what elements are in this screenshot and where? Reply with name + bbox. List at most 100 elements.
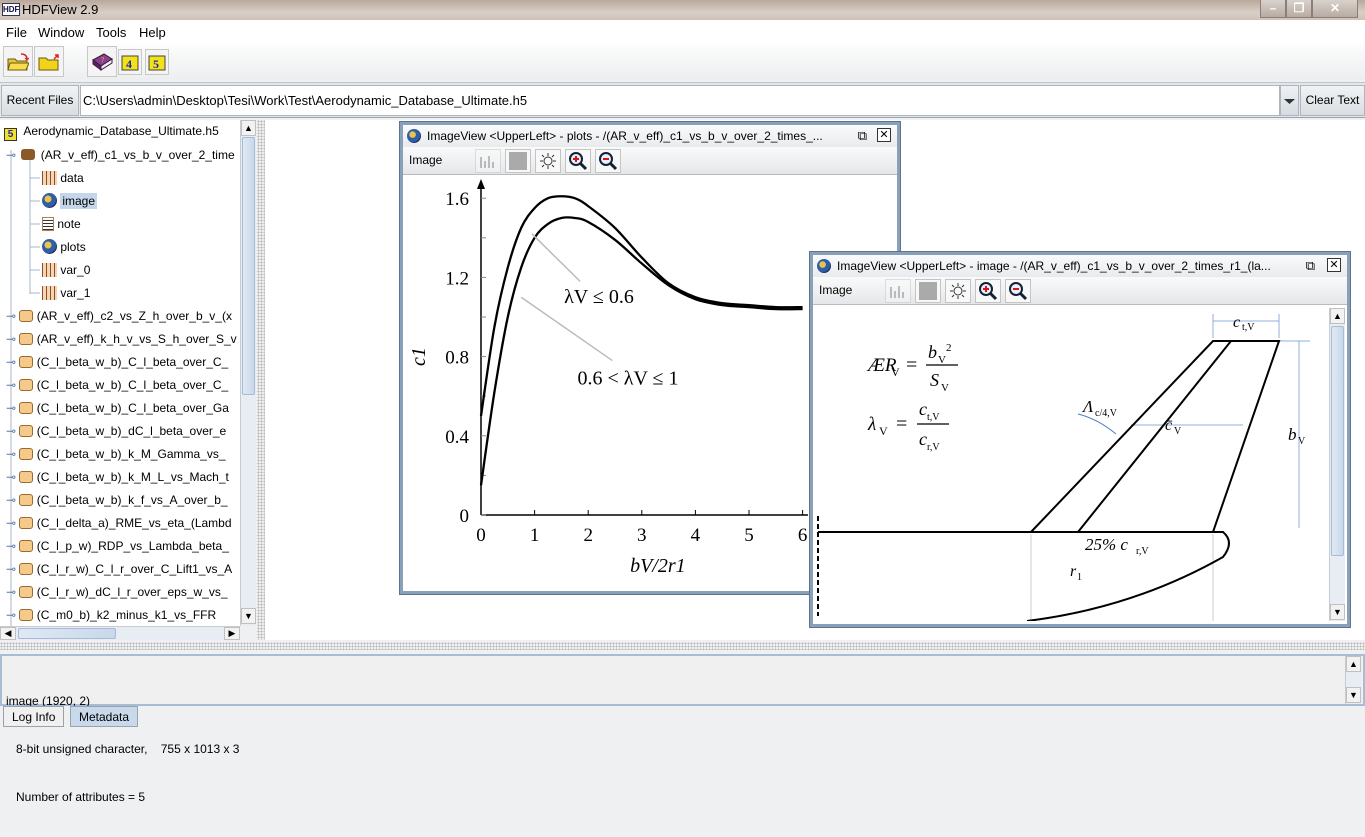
zoom-out-icon xyxy=(599,152,618,171)
tree-group[interactable]: ⊸ (C_l_delta_a)_RME_vs_eta_(Lambd xyxy=(6,513,232,533)
metadata-scrollbar[interactable]: ▲ ▼ xyxy=(1345,656,1361,704)
expand-handle-icon[interactable]: ⊸ xyxy=(6,148,16,162)
tree-group[interactable]: ⊸ (C_l_beta_w_b)_dC_l_beta_over_e xyxy=(6,421,226,441)
brightness-icon xyxy=(540,153,556,169)
brightness-button[interactable] xyxy=(945,279,971,303)
folder-icon xyxy=(19,563,34,575)
tree-item-plots[interactable]: plots xyxy=(42,237,86,257)
menu-tools[interactable]: Tools xyxy=(96,25,126,40)
menu-file[interactable]: File xyxy=(6,25,27,40)
palette-button[interactable] xyxy=(915,279,941,303)
tree-group-expanded[interactable]: ⊸ (AR_v_eff)_c1_vs_b_v_over_2_time xyxy=(6,145,235,165)
x-tick-label: 3 xyxy=(637,525,647,546)
zoom-out-button[interactable] xyxy=(1005,279,1031,303)
recent-files-button[interactable]: Recent Files xyxy=(1,85,79,116)
tree-item-image[interactable]: image xyxy=(42,191,98,211)
expand-handle-icon[interactable]: ⊸ xyxy=(6,516,16,530)
horizontal-scroll-thumb[interactable] xyxy=(18,628,116,639)
clear-text-button[interactable]: Clear Text xyxy=(1300,85,1365,116)
menu-window[interactable]: Window xyxy=(38,25,84,40)
zoom-in-button[interactable] xyxy=(565,149,591,173)
minimize-button[interactable]: – xyxy=(1260,0,1286,18)
expand-handle-icon[interactable]: ⊸ xyxy=(6,539,16,553)
hdf5-library-button[interactable]: 5 xyxy=(145,49,169,75)
expand-handle-icon[interactable]: ⊸ xyxy=(6,332,16,346)
tree-item-note[interactable]: note xyxy=(42,214,81,234)
horizontal-split-divider[interactable] xyxy=(0,642,1365,650)
y-axis-label: c1 xyxy=(408,347,430,366)
expand-handle-icon[interactable]: ⊸ xyxy=(6,585,16,599)
split-pane-divider[interactable] xyxy=(257,120,265,640)
svg-text:1: 1 xyxy=(1077,572,1082,583)
histogram-button[interactable] xyxy=(885,279,911,303)
scroll-up-button[interactable]: ▲ xyxy=(1346,656,1361,672)
tree-group[interactable]: ⊸ (C_l_beta_w_b)_k_M_Gamma_vs_ xyxy=(6,444,226,464)
close-icon[interactable]: ✕ xyxy=(1327,258,1341,272)
scroll-right-button[interactable]: ▶ xyxy=(224,627,240,640)
expand-handle-icon[interactable]: ⊸ xyxy=(6,401,16,415)
tree-group[interactable]: ⊸ (C_l_beta_w_b)_C_l_beta_over_Ga xyxy=(6,398,229,418)
restore-button[interactable]: ❐ xyxy=(1286,0,1312,18)
tab-log-info[interactable]: Log Info xyxy=(3,706,65,727)
tree-group[interactable]: ⊸ (AR_v_eff)_k_h_v_vs_S_h_over_S_v xyxy=(6,329,237,349)
expand-handle-icon[interactable]: ⊸ xyxy=(6,309,16,323)
image-menu[interactable]: Image xyxy=(409,153,442,167)
tab-metadata[interactable]: Metadata xyxy=(70,706,139,727)
file-path-input[interactable]: C:\Users\admin\Desktop\Tesi\Work\Test\Ae… xyxy=(80,85,1280,116)
tree-group[interactable]: ⊸ (AR_v_eff)_c2_vs_Z_h_over_b_v_(x xyxy=(6,306,232,326)
expand-handle-icon[interactable]: ⊸ xyxy=(6,378,16,392)
maximize-icon[interactable]: ⧉ xyxy=(858,125,867,147)
plots-window-titlebar[interactable]: ImageView <UpperLeft> - plots - /(AR_v_e… xyxy=(403,125,897,147)
close-file-button[interactable] xyxy=(34,46,64,77)
tree-group[interactable]: ⊸ (C_l_beta_w_b)_C_l_beta_over_C_ xyxy=(6,375,228,395)
tree-group[interactable]: ⊸ (C_l_beta_w_b)_C_l_beta_over_C_ xyxy=(6,352,228,372)
tree-group[interactable]: ⊸ (C_l_beta_w_b)_k_f_vs_A_over_b_ xyxy=(6,490,228,510)
scroll-down-button[interactable]: ▼ xyxy=(1346,687,1361,703)
tree-horizontal-scrollbar[interactable]: ◀ ▶ xyxy=(0,626,240,640)
svg-text:V: V xyxy=(1298,436,1306,447)
tree-group-label: (C_m0_b)_k2_minus_k1_vs_FFR xyxy=(36,608,217,622)
image-window-titlebar[interactable]: ImageView <UpperLeft> - image - /(AR_v_e… xyxy=(813,255,1347,277)
zoom-in-button[interactable] xyxy=(975,279,1001,303)
tree-item-var0[interactable]: var_0 xyxy=(42,260,90,280)
expand-handle-icon[interactable]: ⊸ xyxy=(6,493,16,507)
tail-outline xyxy=(817,340,1281,621)
tree-item-var1[interactable]: var_1 xyxy=(42,283,90,303)
open-file-button[interactable] xyxy=(3,46,33,77)
expand-handle-icon[interactable]: ⊸ xyxy=(6,470,16,484)
close-button[interactable]: ✕ xyxy=(1312,0,1358,18)
image-vertical-scrollbar[interactable]: ▲ ▼ xyxy=(1329,308,1345,621)
hdf4-library-button[interactable]: 4 xyxy=(118,49,142,75)
path-dropdown-button[interactable] xyxy=(1280,85,1299,116)
help-button[interactable]: ? xyxy=(87,46,117,77)
tree-group[interactable]: ⊸ (C_m0_b)_k2_minus_k1_vs_FFR xyxy=(6,605,216,625)
zoom-out-button[interactable] xyxy=(595,149,621,173)
maximize-icon[interactable]: ⧉ xyxy=(1302,255,1315,277)
expand-handle-icon[interactable]: ⊸ xyxy=(6,608,16,622)
histogram-button[interactable] xyxy=(475,149,501,173)
expand-handle-icon[interactable]: ⊸ xyxy=(6,447,16,461)
scroll-up-button[interactable]: ▲ xyxy=(241,120,256,136)
expand-handle-icon[interactable]: ⊸ xyxy=(6,424,16,438)
scroll-down-button[interactable]: ▼ xyxy=(241,608,256,624)
x-tick-label: 1 xyxy=(530,525,540,546)
tree-item-data[interactable]: data xyxy=(42,168,84,188)
scroll-thumb[interactable] xyxy=(242,137,255,395)
scroll-up-button[interactable]: ▲ xyxy=(1330,308,1345,324)
scroll-thumb[interactable] xyxy=(1331,326,1344,556)
expand-handle-icon[interactable]: ⊸ xyxy=(6,355,16,369)
scroll-down-button[interactable]: ▼ xyxy=(1330,604,1345,620)
close-icon[interactable]: ✕ xyxy=(877,128,891,142)
tree-group[interactable]: ⊸ (C_l_r_w)_C_l_r_over_C_Lift1_vs_A xyxy=(6,559,232,579)
tree-vertical-scrollbar[interactable]: ▲ ▼ xyxy=(240,120,256,626)
tree-group[interactable]: ⊸ (C_l_p_w)_RDP_vs_Lambda_beta_ xyxy=(6,536,229,556)
image-menu[interactable]: Image xyxy=(819,283,852,297)
scroll-left-button[interactable]: ◀ xyxy=(0,627,16,640)
brightness-button[interactable] xyxy=(535,149,561,173)
tree-group[interactable]: ⊸ (C_l_beta_w_b)_k_M_L_vs_Mach_t xyxy=(6,467,229,487)
menu-help[interactable]: Help xyxy=(139,25,166,40)
image-window-title: ImageView <UpperLeft> - image - /(AR_v_e… xyxy=(837,259,1271,273)
tree-group[interactable]: ⊸ (C_l_r_w)_dC_l_r_over_eps_w_vs_ xyxy=(6,582,228,602)
palette-button[interactable] xyxy=(505,149,531,173)
expand-handle-icon[interactable]: ⊸ xyxy=(6,562,16,576)
